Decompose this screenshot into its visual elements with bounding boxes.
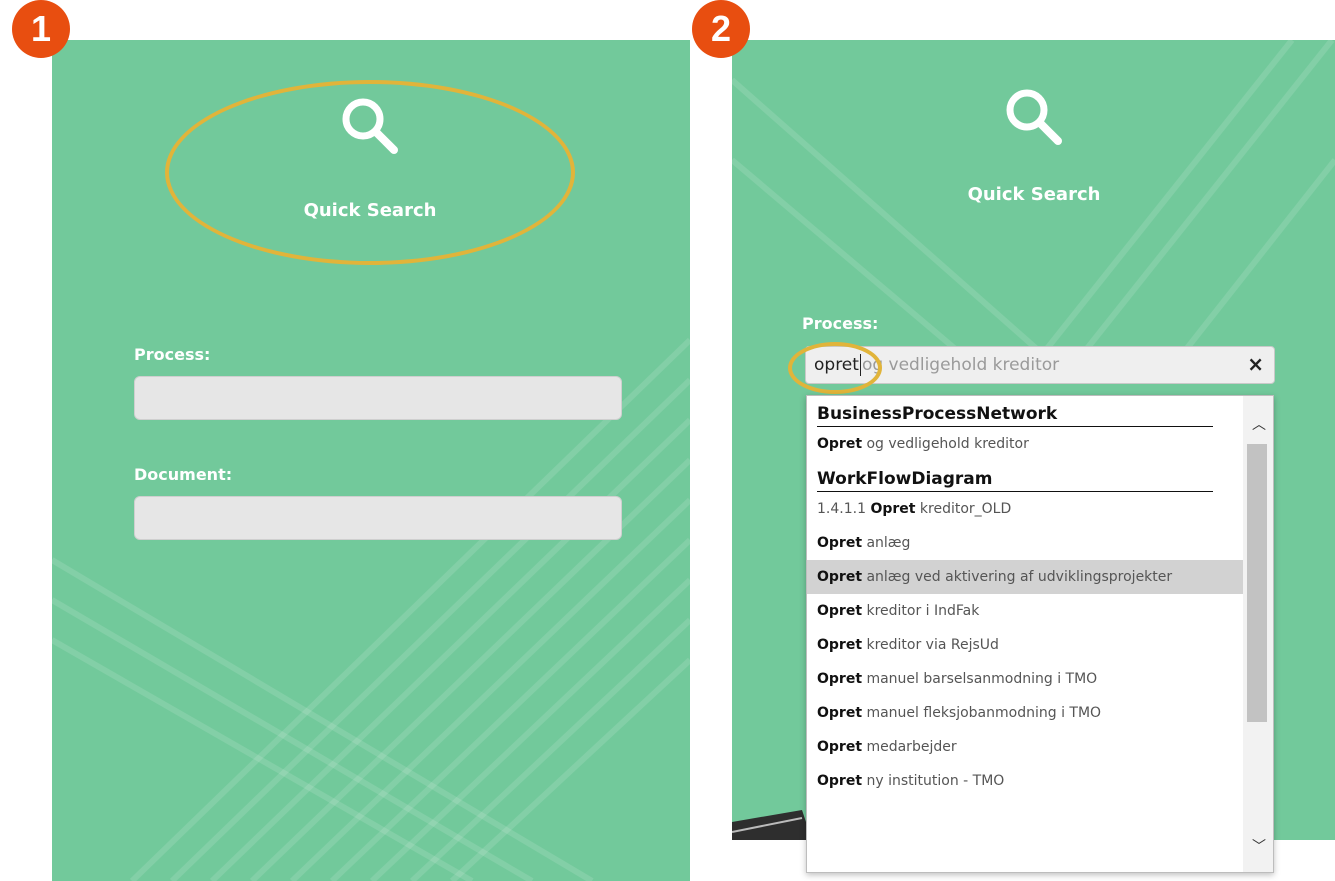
item-rest: og vedligehold kreditor: [862, 436, 1029, 452]
item-rest: medarbejder: [862, 739, 957, 755]
item-prefix: 1.4.1.1: [817, 501, 871, 517]
item-match: Opret: [870, 501, 916, 517]
item-rest: kreditor_OLD: [915, 501, 1012, 517]
item-rest: manuel fleksjobanmodning i TMO: [862, 705, 1102, 721]
dropdown-item[interactable]: Opret kreditor i IndFak: [807, 594, 1243, 628]
dropdown-item[interactable]: 1.4.1.1 Opret kreditor_OLD: [807, 492, 1243, 526]
dropdown-item[interactable]: Opret anlæg ved aktivering af udviklings…: [807, 560, 1243, 594]
dropdown-item[interactable]: Opret manuel barselsanmodning i TMO: [807, 662, 1243, 696]
dropdown-item[interactable]: Opret ny institution - TMO: [807, 764, 1243, 798]
autocomplete-dropdown[interactable]: BusinessProcessNetwork Opret og vedligeho…: [806, 395, 1274, 873]
process-label: Process:: [802, 314, 879, 333]
step-1-badge: 1: [12, 0, 70, 58]
clear-button[interactable]: ×: [1247, 352, 1264, 376]
quick-search-highlight: [165, 80, 575, 265]
process-label: Process:: [134, 345, 211, 364]
item-match: Opret: [817, 603, 863, 619]
item-match: Opret: [817, 671, 863, 687]
chevron-up-icon[interactable]: ︿: [1252, 414, 1266, 434]
document-label: Document:: [134, 465, 233, 484]
item-match: Opret: [817, 436, 863, 452]
item-rest: anlæg ved aktivering af udviklingsprojek…: [862, 569, 1173, 585]
item-rest: anlæg: [862, 535, 911, 551]
item-match: Opret: [817, 739, 863, 755]
quick-search-label[interactable]: Quick Search: [934, 184, 1134, 205]
item-match: Opret: [817, 535, 863, 551]
item-match: Opret: [817, 637, 863, 653]
search-icon[interactable]: [1003, 86, 1065, 148]
dropdown-item[interactable]: Opret manuel fleksjobanmodning i TMO: [807, 696, 1243, 730]
item-rest: kreditor i IndFak: [862, 603, 980, 619]
autocomplete-suggestion: og vedligehold kreditor: [861, 355, 1060, 375]
dropdown-scrollbar[interactable]: ︿ ﹀: [1243, 396, 1273, 872]
typed-text-highlight: [788, 342, 882, 394]
item-match: Opret: [817, 705, 863, 721]
item-rest: kreditor via RejsUd: [862, 637, 999, 653]
item-match: Opret: [817, 773, 863, 789]
step-2-badge: 2: [692, 0, 750, 58]
chevron-down-icon[interactable]: ﹀: [1252, 836, 1266, 856]
dropdown-item[interactable]: Opret anlæg: [807, 526, 1243, 560]
dropdown-item[interactable]: Opret medarbejder: [807, 730, 1243, 764]
dark-structure: [732, 810, 812, 840]
document-input[interactable]: [134, 496, 622, 540]
item-rest: ny institution - TMO: [862, 773, 1005, 789]
dropdown-list: BusinessProcessNetwork Opret og vedligeho…: [807, 396, 1243, 798]
dropdown-item[interactable]: Opret og vedligehold kreditor: [807, 427, 1243, 461]
dropdown-group-header: BusinessProcessNetwork: [817, 402, 1213, 427]
dropdown-item[interactable]: Opret kreditor via RejsUd: [807, 628, 1243, 662]
process-input[interactable]: [134, 376, 622, 420]
scrollbar-thumb[interactable]: [1247, 444, 1267, 722]
dropdown-group-header: WorkFlowDiagram: [817, 467, 1213, 492]
item-rest: manuel barselsanmodning i TMO: [862, 671, 1098, 687]
item-match: Opret: [817, 569, 863, 585]
